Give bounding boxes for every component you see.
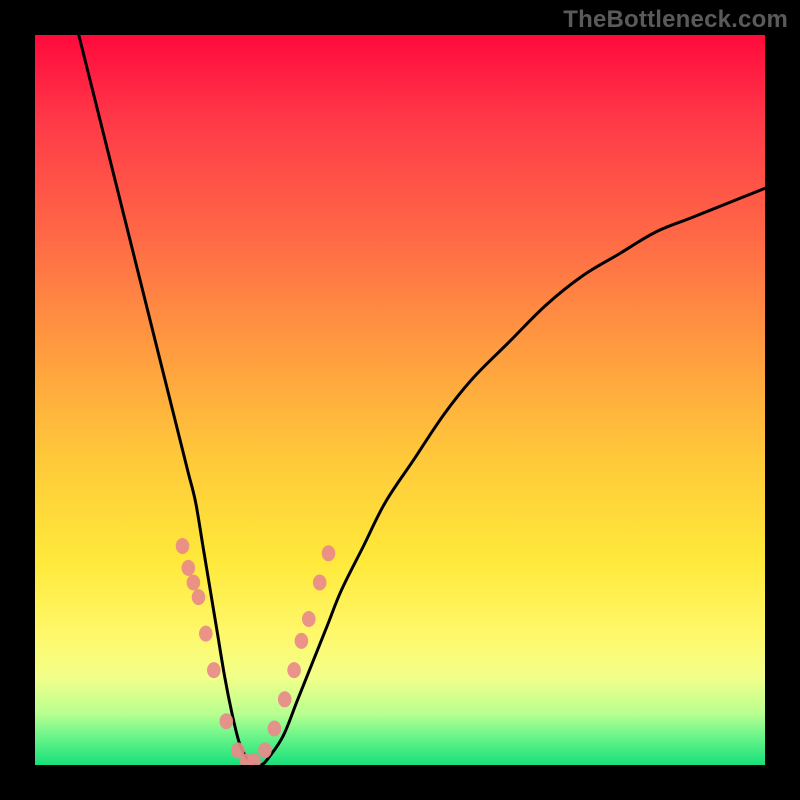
bottleneck-curve <box>79 35 765 765</box>
marker-point <box>322 545 336 561</box>
marker-point <box>295 633 309 649</box>
marker-point <box>287 662 301 678</box>
chart-svg <box>35 35 765 765</box>
marker-point <box>192 589 206 605</box>
highlight-markers <box>176 538 336 765</box>
marker-point <box>182 560 196 576</box>
marker-point <box>278 691 292 707</box>
marker-point <box>268 721 282 737</box>
marker-point <box>207 662 221 678</box>
marker-point <box>176 538 190 554</box>
marker-point <box>220 713 234 729</box>
plot-area <box>35 35 765 765</box>
chart-frame: TheBottleneck.com <box>0 0 800 800</box>
marker-point <box>313 575 327 591</box>
marker-point <box>302 611 316 627</box>
watermark-text: TheBottleneck.com <box>563 6 788 34</box>
marker-point <box>199 626 213 642</box>
marker-point <box>187 575 201 591</box>
marker-point <box>258 742 272 758</box>
